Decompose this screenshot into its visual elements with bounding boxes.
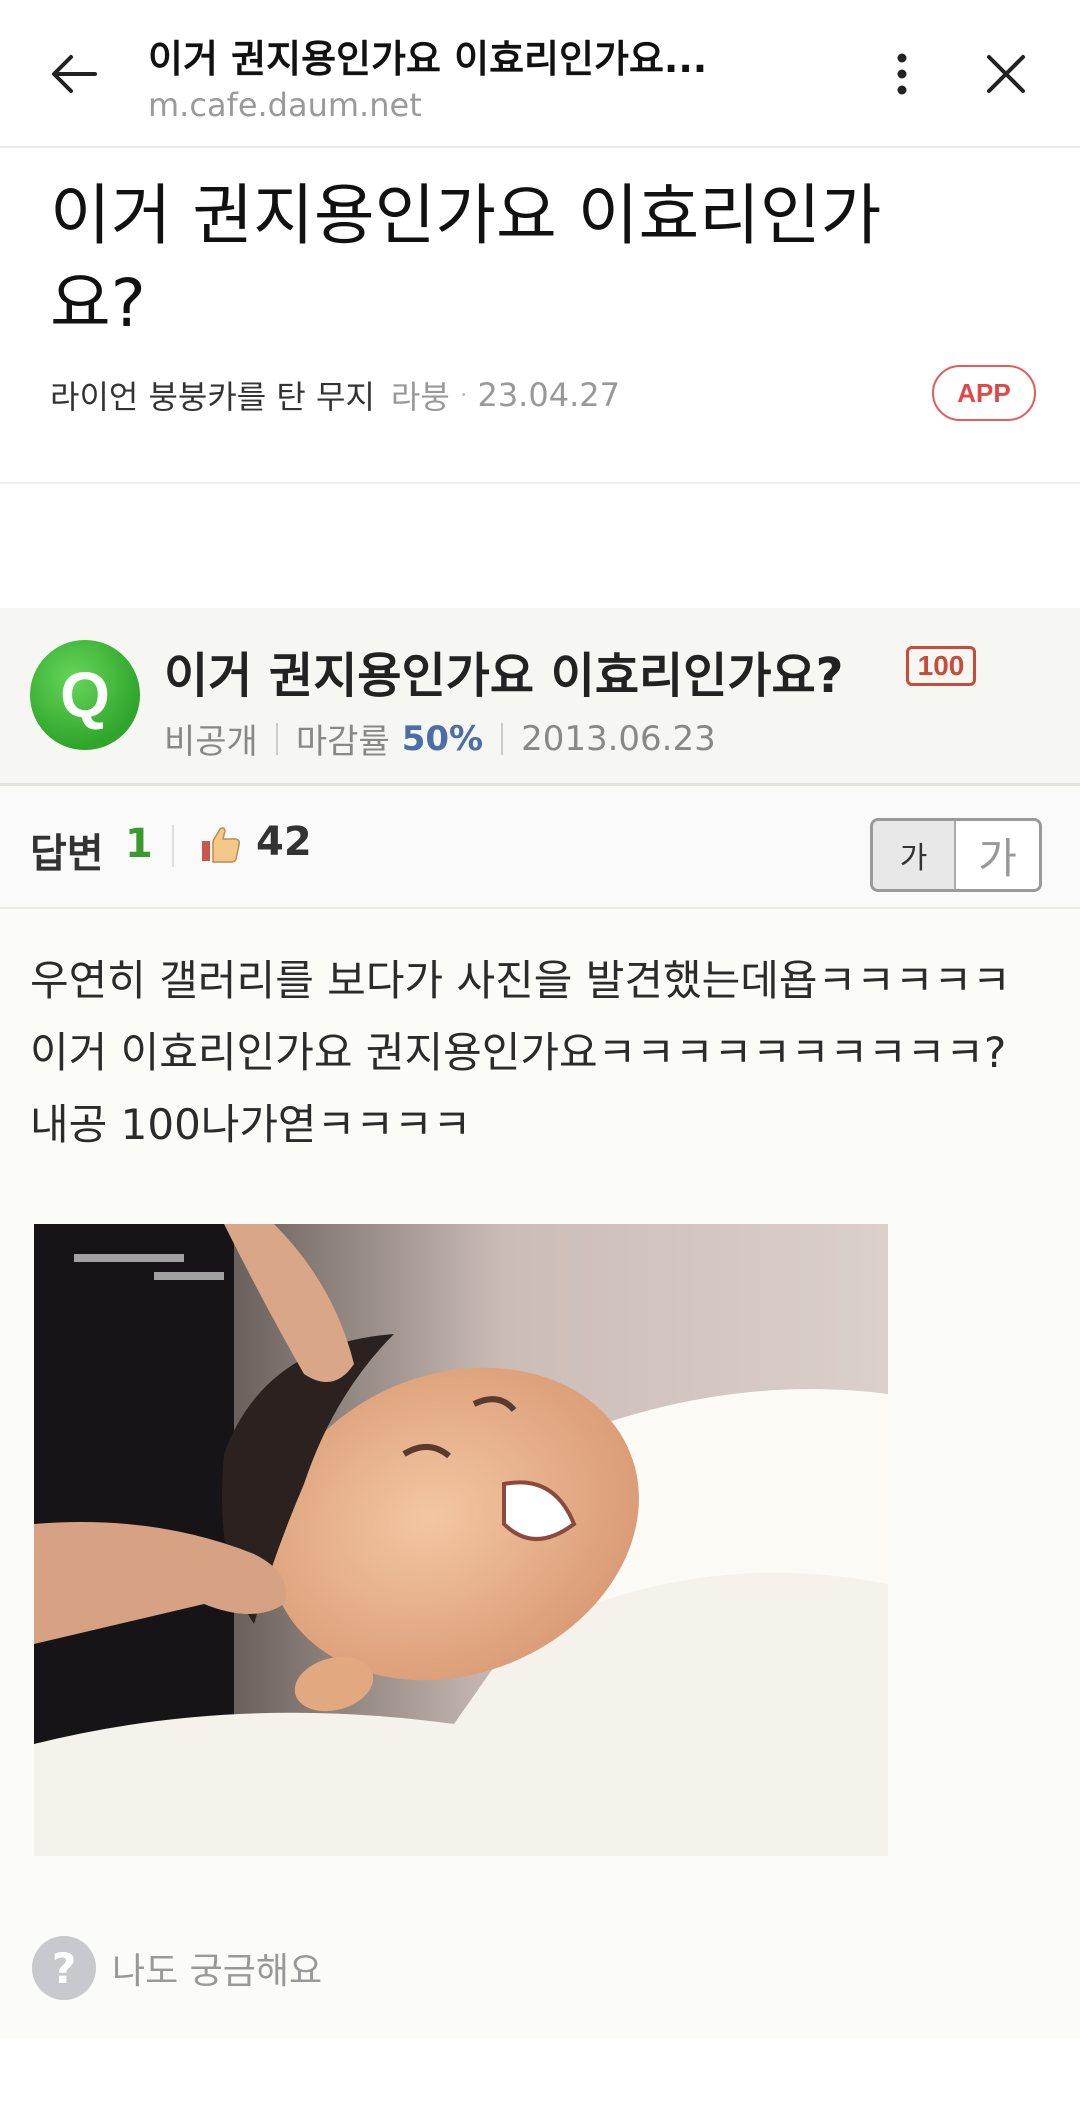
- answer-count: 1: [125, 821, 153, 867]
- font-size-toggle: 가 가: [870, 818, 1042, 892]
- meta-separator: ·: [459, 381, 468, 409]
- board-name[interactable]: 라붕: [391, 372, 450, 418]
- massage-photo-illustration: [34, 1224, 888, 1856]
- browser-url[interactable]: m.cafe.daum.net: [148, 86, 422, 124]
- question-mark-icon: ?: [32, 1936, 96, 2000]
- header-divider: [0, 482, 1080, 484]
- question-header: Q 이거 권지용인가요 이효리인가요? 100 비공개 마감률 50% 2013…: [0, 608, 1080, 786]
- points-badge: 100: [906, 646, 976, 686]
- more-menu-button[interactable]: [866, 38, 938, 110]
- arrow-left-icon: [52, 55, 97, 93]
- answer-separator: [172, 825, 174, 867]
- author-name[interactable]: 라이언 붕붕카를 탄 무지: [50, 372, 375, 418]
- deadline-label: 마감률: [295, 722, 390, 762]
- like-count: 42: [256, 819, 312, 865]
- article-meta: 라이언 붕붕카를 탄 무지 라붕 · 23.04.27: [50, 372, 620, 418]
- browser-toolbar: 이거 권지용인가요 이효리인가요... m.cafe.daum.net: [0, 0, 1080, 148]
- q-badge-icon: Q: [30, 640, 140, 750]
- answer-photo: [34, 1224, 888, 1856]
- app-badge[interactable]: APP: [932, 365, 1036, 421]
- curious-too-button[interactable]: ? 나도 궁금해요: [32, 1936, 322, 2000]
- back-button[interactable]: [38, 38, 110, 110]
- browser-page-title: 이거 권지용인가요 이효리인가요...: [148, 37, 708, 81]
- visibility-label: 비공개: [164, 722, 258, 762]
- question-title: 이거 권지용인가요 이효리인가요?: [164, 648, 844, 704]
- thumbs-up-icon: [202, 827, 240, 863]
- embedded-qna-screenshot: Q 이거 권지용인가요 이효리인가요? 100 비공개 마감률 50% 2013…: [0, 608, 1080, 2038]
- font-large-button[interactable]: 가: [956, 821, 1039, 889]
- meta-separator: [275, 722, 278, 755]
- curious-too-label: 나도 궁금해요: [112, 1951, 323, 1992]
- post-date: 23.04.27: [477, 376, 620, 414]
- font-small-button[interactable]: 가: [873, 821, 957, 889]
- meta-separator: [501, 722, 504, 755]
- deadline-rate: 50%: [401, 718, 484, 759]
- question-date: 2013.06.23: [521, 718, 716, 759]
- article-title: 이거 권지용인가요 이효리인가요?: [50, 177, 882, 342]
- answer-label: 답변: [30, 831, 104, 877]
- answer-text: 우연히 갤러리를 보다가 사진을 발견했는데욥ㅋㅋㅋㅋㅋ이거 이효리인가요 권지…: [30, 956, 1011, 1149]
- close-icon: [987, 55, 1025, 93]
- question-meta: 비공개 마감률 50% 2013.06.23: [164, 714, 716, 763]
- kebab-menu-icon: [897, 53, 907, 95]
- close-button[interactable]: [970, 38, 1042, 110]
